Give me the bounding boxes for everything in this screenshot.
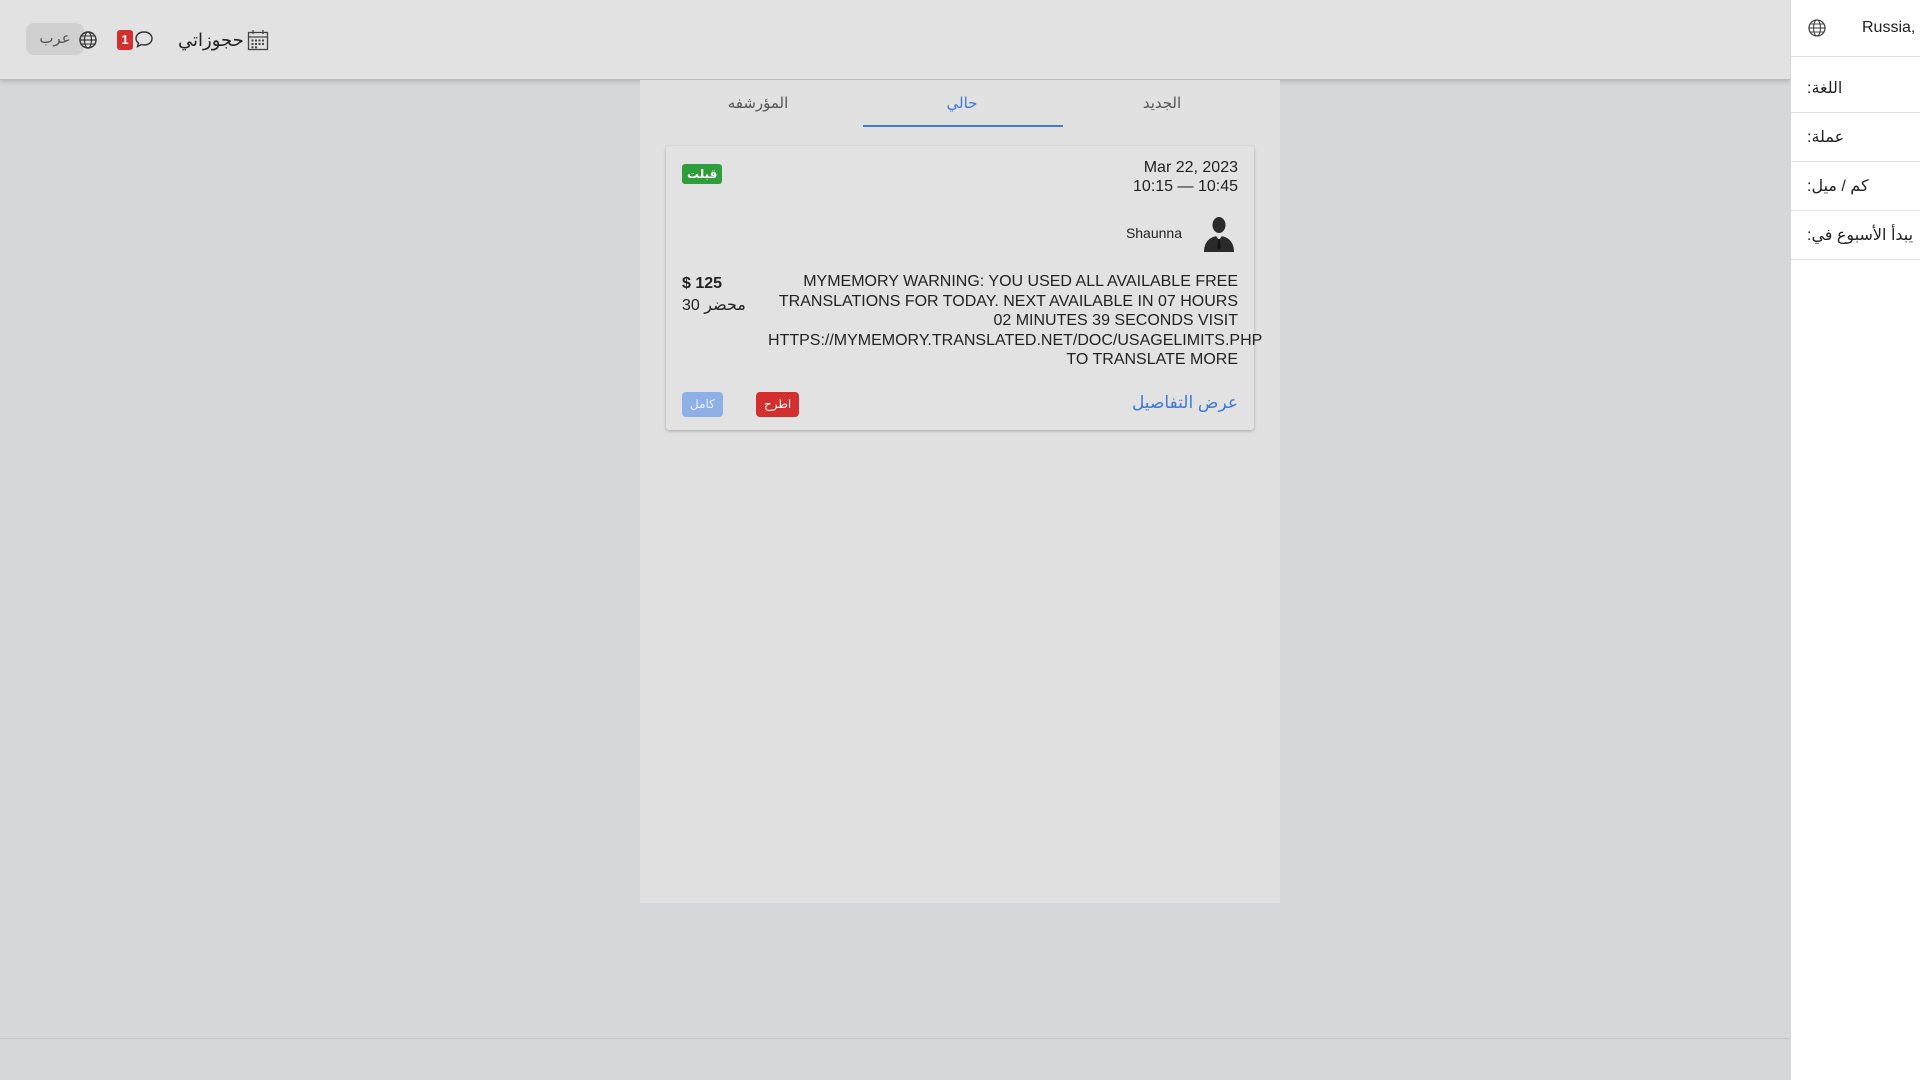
tab-new[interactable]: الجديد	[1062, 80, 1262, 128]
status-badge: قبلت	[682, 164, 723, 184]
calendar-icon	[247, 30, 268, 51]
booking-description: MYMEMORY WARNING: YOU USED ALL AVAILABLE…	[768, 273, 1263, 368]
booking-duration: 30 محضر	[682, 297, 746, 314]
booking-price: $ 125	[682, 275, 723, 292]
view-details-link[interactable]: عرض التفاصيل	[1132, 393, 1238, 413]
language-button[interactable]: عرب	[26, 23, 84, 55]
tab-archived[interactable]: المؤرشفه	[658, 80, 858, 128]
bookings-panel: المؤرشفه حالي الجديد قبلت Mar 22, 2023 1…	[640, 80, 1280, 903]
active-tab-indicator	[863, 125, 1063, 127]
globe-icon[interactable]	[78, 30, 98, 50]
tab-current[interactable]: حالي	[862, 80, 1062, 128]
location-label: Russia, I	[1862, 19, 1920, 36]
week-start-setting[interactable]: :يبدأ الأسبوع في	[1791, 211, 1920, 260]
person-name: Shaunna	[1125, 225, 1182, 241]
chat-icon[interactable]	[134, 29, 154, 49]
remove-button[interactable]: اطرح	[756, 392, 800, 417]
booking-time: 10:15 — 10:45	[1133, 178, 1238, 195]
top-header: عرب 1 حجوزاتي	[0, 0, 1790, 80]
booking-date: Mar 22, 2023	[1143, 159, 1238, 176]
person-row: Shaunna	[1126, 214, 1238, 252]
drawer-location-row[interactable]: Russia, I	[1791, 0, 1920, 57]
footer-divider	[0, 1038, 1790, 1039]
my-bookings-link[interactable]: حجوزاتي	[178, 28, 270, 52]
booking-card: قبلت Mar 22, 2023 10:15 — 10:45 Shaunna …	[666, 146, 1263, 430]
complete-button[interactable]: كامل	[682, 392, 723, 417]
settings-drawer: Russia, I :اللغة :عملة :كم / ميل :يبدأ ا…	[1790, 0, 1920, 1080]
units-setting[interactable]: :كم / ميل	[1791, 162, 1920, 211]
booking-tabs: المؤرشفه حالي الجديد	[640, 80, 1280, 128]
globe-icon	[1808, 19, 1826, 37]
app-root: عرب 1 حجوزاتي المؤرشفه حالي الجديد قبلت …	[0, 0, 1920, 1080]
avatar	[1204, 217, 1234, 252]
my-bookings-label: حجوزاتي	[178, 29, 244, 50]
notification-badge: 1	[117, 30, 133, 50]
currency-setting[interactable]: :عملة	[1791, 113, 1920, 162]
booking-datetime: Mar 22, 2023 10:15 — 10:45	[1133, 158, 1238, 196]
language-setting[interactable]: :اللغة	[1791, 64, 1920, 113]
